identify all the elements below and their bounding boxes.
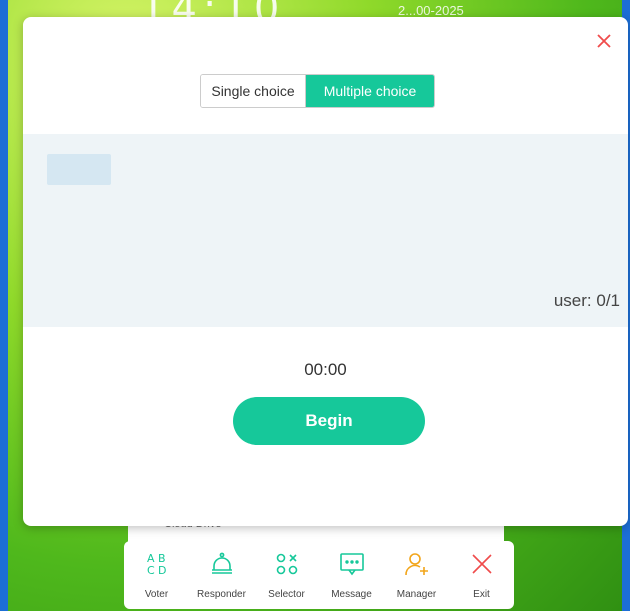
dock-exit[interactable]: Exit: [449, 541, 514, 609]
dock-label: Responder: [197, 589, 246, 600]
timer: 00:00: [304, 360, 347, 379]
svg-text:D: D: [158, 564, 166, 577]
option-chip[interactable]: [47, 154, 111, 185]
dock-responder[interactable]: Responder: [189, 541, 254, 609]
selector-icon: [274, 551, 300, 577]
dock-label: Selector: [268, 589, 305, 600]
multiple-choice-tab[interactable]: Multiple choice: [306, 75, 434, 107]
vote-dialog: Single choice Multiple choice user: 0/1 …: [23, 17, 628, 526]
dock-manager[interactable]: Manager: [384, 541, 449, 609]
user-count: user: 0/1: [553, 291, 620, 310]
tool-dock: A B C D Voter Responder Selector Message…: [124, 541, 514, 609]
answer-area: user: 0/1: [23, 134, 628, 327]
add-user-icon: [404, 551, 430, 577]
choice-mode-toggle: Single choice Multiple choice: [200, 74, 435, 108]
svg-text:C: C: [147, 564, 155, 577]
dock-selector[interactable]: Selector: [254, 541, 319, 609]
dock-label: Exit: [473, 589, 490, 600]
close-icon: [469, 551, 495, 577]
dock-voter[interactable]: A B C D Voter: [124, 541, 189, 609]
dock-message[interactable]: Message: [319, 541, 384, 609]
bell-icon: [209, 551, 235, 577]
dock-label: Voter: [144, 589, 169, 600]
dock-label: Manager: [396, 589, 437, 600]
begin-button[interactable]: Begin: [233, 397, 425, 445]
dock-label: Message: [331, 589, 372, 600]
single-choice-tab[interactable]: Single choice: [201, 75, 306, 107]
message-icon: [339, 551, 365, 577]
screen-frame-left: [0, 0, 8, 611]
background-date: 2...00-2025: [398, 3, 464, 18]
abcd-icon: A B C D: [144, 551, 170, 577]
close-icon[interactable]: [594, 31, 614, 51]
